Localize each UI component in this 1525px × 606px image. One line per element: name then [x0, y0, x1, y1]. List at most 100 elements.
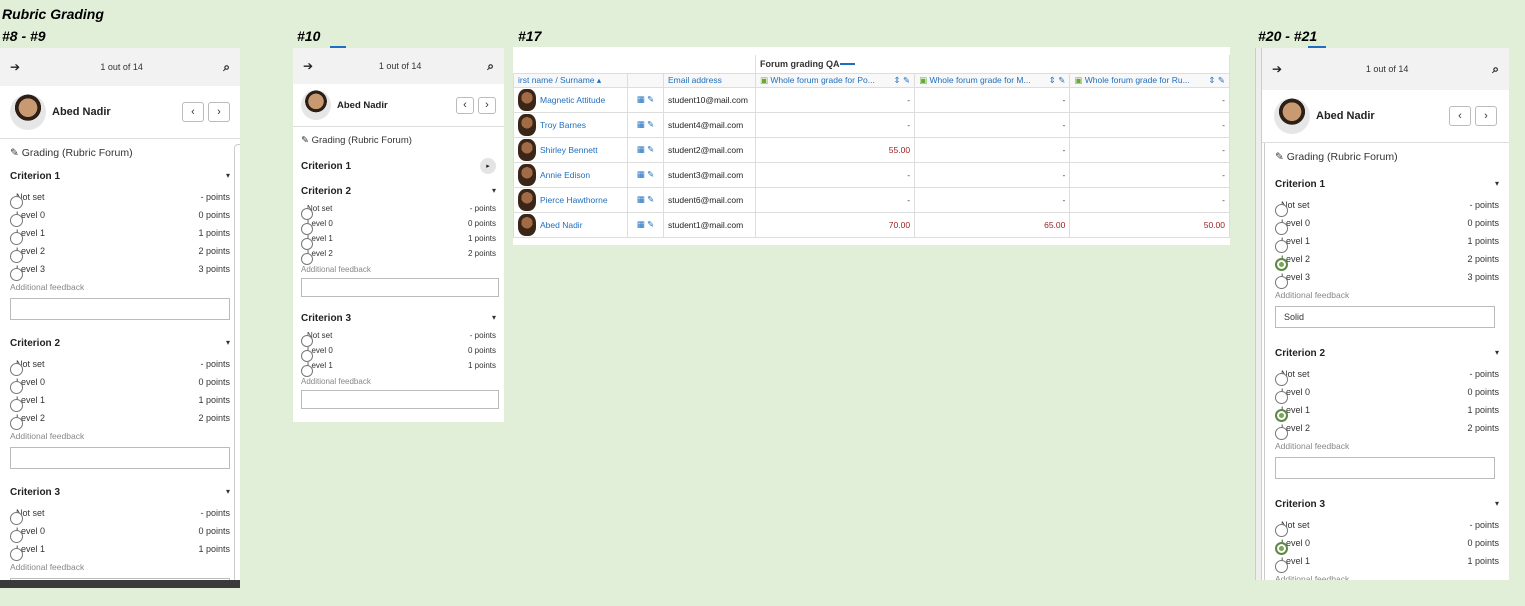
student-name-link[interactable]: Shirley Bennett: [540, 145, 598, 155]
level-option[interactable]: Level 11 points: [293, 233, 504, 250]
level-option[interactable]: Level 00 points: [293, 218, 504, 235]
level-option[interactable]: Not set - points: [1265, 367, 1509, 386]
caret-down-icon[interactable]: ▾: [226, 338, 230, 349]
caret-down-icon[interactable]: ▾: [492, 313, 496, 324]
grade-cell[interactable]: -: [1069, 186, 1230, 213]
edit-icon[interactable]: ✎: [647, 119, 654, 129]
criterion-header[interactable]: Criterion 1 ▾: [0, 165, 240, 190]
radio-icon[interactable]: [301, 253, 313, 265]
grade-cell[interactable]: -: [1069, 161, 1230, 188]
level-option[interactable]: Not set - points: [0, 190, 240, 209]
caret-down-icon[interactable]: ▾: [226, 171, 230, 182]
grade-cell[interactable]: -: [1069, 136, 1230, 163]
level-option[interactable]: Level 22 points: [0, 244, 240, 263]
grade-table-icon[interactable]: ▦: [637, 219, 647, 229]
level-option[interactable]: Not set - points: [1265, 518, 1509, 537]
edit-icon[interactable]: ✎: [647, 219, 654, 229]
grade-table-icon[interactable]: ▦: [637, 119, 647, 129]
radio-icon[interactable]: [10, 268, 23, 281]
radio-icon[interactable]: [1275, 427, 1288, 440]
student-name-link[interactable]: Magnetic Attitude: [540, 95, 605, 105]
grade-cell[interactable]: -: [1069, 111, 1230, 138]
search-icon[interactable]: ⌕: [487, 59, 494, 74]
edit-icon[interactable]: ✎: [647, 94, 654, 104]
feedback-input[interactable]: Solid: [1275, 306, 1495, 328]
prev-user-button[interactable]: ‹: [456, 96, 474, 114]
grade-cell[interactable]: -: [754, 111, 916, 138]
level-option[interactable]: Level 33 points: [1265, 270, 1509, 289]
level-option[interactable]: Level 00 points: [0, 524, 240, 543]
feedback-input[interactable]: [301, 278, 499, 297]
level-option[interactable]: Not set - points: [293, 330, 504, 347]
caret-down-icon[interactable]: ▾: [1495, 348, 1499, 359]
scrollbar[interactable]: [1256, 48, 1262, 580]
col-grade-2-header[interactable]: ▣ Whole forum grade for M... ⇕ ✎: [914, 72, 1071, 88]
grade-cell[interactable]: 65.00: [914, 211, 1071, 238]
level-option[interactable]: Level 11 points: [1265, 234, 1509, 253]
radio-icon[interactable]: [301, 365, 313, 377]
criterion-header[interactable]: Criterion 3 ▾: [0, 481, 240, 506]
criterion-header[interactable]: Criterion 1 ▸: [293, 152, 504, 180]
level-option[interactable]: Level 00 points: [0, 208, 240, 227]
grade-cell[interactable]: -: [754, 161, 916, 188]
grade-cell[interactable]: -: [914, 161, 1071, 188]
grade-cell[interactable]: -: [914, 86, 1071, 113]
grade-cell[interactable]: -: [1069, 86, 1230, 113]
criterion-header[interactable]: Criterion 2 ▾: [293, 180, 504, 203]
level-option[interactable]: Level 22 points: [293, 248, 504, 265]
radio-icon[interactable]: [1275, 560, 1288, 573]
level-option[interactable]: Level 11 points: [0, 542, 240, 561]
grade-table-icon[interactable]: ▦: [637, 144, 647, 154]
level-option[interactable]: Level 11 points: [0, 226, 240, 245]
feedback-input[interactable]: [10, 298, 230, 320]
level-option[interactable]: Not set - points: [1265, 198, 1509, 217]
radio-icon[interactable]: [10, 417, 23, 430]
search-icon[interactable]: ⌕: [223, 60, 230, 75]
arrow-right-icon[interactable]: ➔: [10, 60, 20, 74]
radio-icon[interactable]: [10, 548, 23, 561]
level-option[interactable]: Level 22 points: [1265, 252, 1509, 271]
student-name-link[interactable]: Annie Edison: [540, 170, 590, 180]
feedback-input[interactable]: [10, 447, 230, 469]
level-option[interactable]: Level 11 points: [1265, 403, 1509, 422]
grade-cell[interactable]: -: [914, 111, 1071, 138]
edit-icon[interactable]: ✎: [647, 169, 654, 179]
grade-table-icon[interactable]: ▦: [637, 194, 647, 204]
level-option[interactable]: Level 22 points: [0, 411, 240, 430]
level-option[interactable]: Level 00 points: [1265, 216, 1509, 235]
grade-cell[interactable]: 70.00: [754, 211, 916, 238]
next-user-button[interactable]: ›: [208, 102, 230, 122]
level-option[interactable]: Not set - points: [0, 506, 240, 525]
expand-icon[interactable]: ▸: [480, 158, 496, 174]
caret-down-icon[interactable]: ▾: [1495, 499, 1499, 510]
arrow-right-icon[interactable]: ➔: [303, 59, 313, 73]
criterion-header[interactable]: Criterion 3 ▾: [293, 307, 504, 330]
criterion-header[interactable]: Criterion 1 ▾: [1265, 173, 1509, 198]
col-grade-3-header[interactable]: ▣ Whole forum grade for Ru... ⇕ ✎: [1069, 72, 1230, 88]
feedback-input[interactable]: [1275, 457, 1495, 479]
criterion-header[interactable]: Criterion 3 ▾: [1265, 493, 1509, 518]
level-option[interactable]: Level 00 points: [0, 375, 240, 394]
caret-down-icon[interactable]: ▾: [226, 487, 230, 498]
level-option[interactable]: Level 22 points: [1265, 421, 1509, 440]
grade-cell[interactable]: -: [754, 186, 916, 213]
student-name-link[interactable]: Abed Nadir: [540, 220, 583, 230]
level-option[interactable]: Level 11 points: [293, 360, 504, 377]
prev-user-button[interactable]: ‹: [1449, 106, 1471, 126]
student-name-link[interactable]: Pierce Hawthorne: [540, 195, 608, 205]
level-option[interactable]: Level 11 points: [1265, 554, 1509, 573]
col-email-header[interactable]: Email address: [663, 72, 756, 88]
grade-cell[interactable]: -: [914, 186, 1071, 213]
caret-down-icon[interactable]: ▾: [1495, 179, 1499, 190]
search-icon[interactable]: ⌕: [1492, 62, 1499, 77]
grade-cell[interactable]: 55.00: [754, 136, 916, 163]
grade-cell[interactable]: 50.00: [1069, 211, 1230, 238]
criterion-header[interactable]: Criterion 2 ▾: [1265, 342, 1509, 367]
level-option[interactable]: Not set - points: [293, 203, 504, 220]
grade-table-icon[interactable]: ▦: [637, 94, 647, 104]
grade-cell[interactable]: -: [914, 136, 1071, 163]
level-option[interactable]: Not set - points: [0, 357, 240, 376]
next-user-button[interactable]: ›: [478, 96, 496, 114]
level-option[interactable]: Level 11 points: [0, 393, 240, 412]
level-option[interactable]: Level 00 points: [1265, 536, 1509, 555]
